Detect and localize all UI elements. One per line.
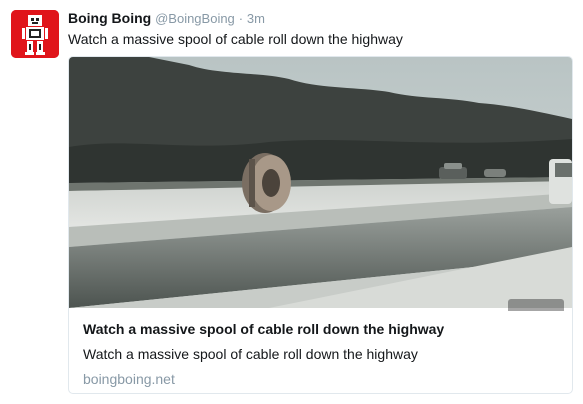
link-card[interactable]: Watch a massive spool of cable roll down… — [68, 56, 573, 394]
separator: · — [238, 11, 244, 26]
tweet-header: Boing Boing @BoingBoing · 3m — [68, 10, 265, 26]
highway-video-thumbnail — [69, 57, 572, 308]
card-title[interactable]: Watch a massive spool of cable roll down… — [83, 321, 558, 337]
avatar[interactable] — [11, 10, 59, 58]
tweet-text: Watch a massive spool of cable roll down… — [68, 31, 403, 47]
card-media[interactable] — [69, 57, 572, 308]
card-description: Watch a massive spool of cable roll down… — [83, 346, 418, 362]
timestamp[interactable]: 3m — [247, 11, 265, 26]
gif-badge-icon — [508, 299, 564, 311]
card-body: Watch a massive spool of cable roll down… — [83, 321, 558, 387]
robot-logo-icon — [11, 10, 59, 58]
card-domain[interactable]: boingboing.net — [83, 371, 558, 387]
author-handle[interactable]: @BoingBoing — [155, 11, 235, 26]
author-name[interactable]: Boing Boing — [68, 10, 151, 26]
